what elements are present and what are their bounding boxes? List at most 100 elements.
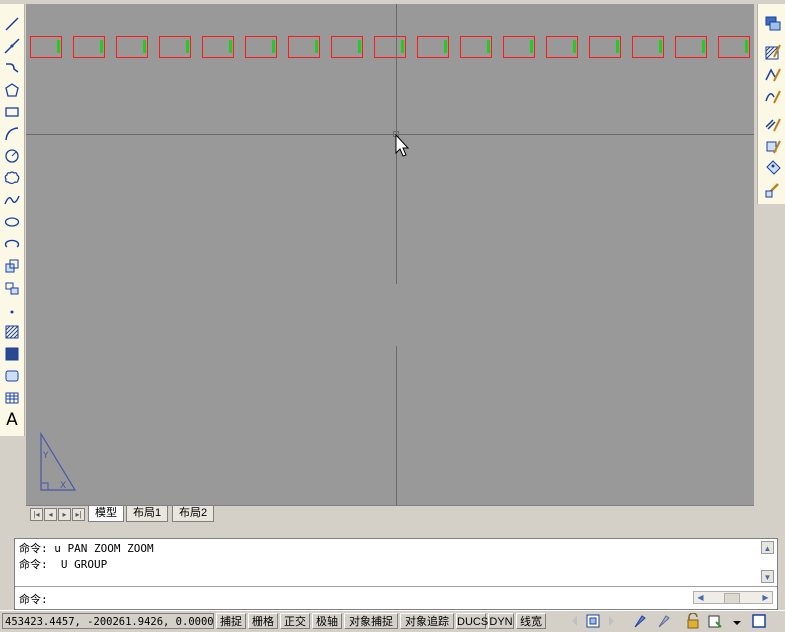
drawing-rectangle — [73, 36, 105, 58]
communication-center-icon[interactable] — [706, 613, 724, 629]
drawing-rectangle — [718, 36, 750, 58]
command-history-line: 命令: u PAN ZOOM ZOOM — [19, 542, 154, 555]
rectangle-mark — [745, 40, 748, 53]
rectangle-mark — [143, 40, 146, 53]
drawing-rectangle — [632, 36, 664, 58]
drawing-rectangle — [546, 36, 578, 58]
rectangle-mark — [100, 40, 103, 53]
polar-toggle[interactable]: 极轴 — [312, 613, 342, 629]
drawing-rectangle — [331, 36, 363, 58]
crosshair-horizontal — [26, 134, 754, 135]
annotation-scale-icon[interactable] — [656, 613, 674, 629]
spline-icon[interactable] — [2, 190, 22, 210]
status-bar: 453423.4457, -200261.9426, 0.0000 捕捉 栅格 … — [0, 610, 785, 632]
command-prompt: 命令: — [19, 593, 48, 606]
line-icon[interactable] — [2, 14, 22, 34]
command-window: 命令: u PAN ZOOM ZOOM 命令: U GROUP ▲ ▼ 命令: … — [14, 538, 778, 610]
drawing-rectangle — [589, 36, 621, 58]
layout-tabs-bar: |◂ ◂ ▸ ▸| 模型 布局1 布局2 — [26, 505, 754, 522]
scroll-right-icon[interactable] — [602, 613, 620, 629]
next-tab-button[interactable]: ▸ — [58, 508, 71, 521]
svg-text:Y: Y — [42, 451, 49, 461]
drawing-rectangle — [30, 36, 62, 58]
rectangle-mark — [573, 40, 576, 53]
draw-toolbar: A — [0, 4, 25, 436]
rectangle-icon[interactable] — [2, 102, 22, 122]
drawing-rectangle — [374, 36, 406, 58]
ucs-icon: Y X — [40, 432, 77, 491]
rectangle-mark — [487, 40, 490, 53]
tab-model[interactable]: 模型 — [88, 506, 124, 522]
command-input-row[interactable]: 命令: ◀ ▶ — [15, 586, 777, 609]
drawing-rectangle — [116, 36, 148, 58]
last-tab-button[interactable]: ▸| — [72, 508, 85, 521]
region-icon[interactable] — [2, 366, 22, 386]
insert-block-icon[interactable] — [2, 256, 22, 276]
drawing-rectangle — [675, 36, 707, 58]
polyline-edit-icon[interactable] — [762, 64, 784, 84]
rectangle-mark — [229, 40, 232, 53]
draw-order-icon[interactable] — [762, 14, 784, 34]
scroll-down-button[interactable]: ▼ — [761, 570, 774, 583]
dyn-toggle[interactable]: DYN — [488, 613, 514, 629]
rectangle-mark — [530, 40, 533, 53]
scroll-up-button[interactable]: ▲ — [761, 541, 774, 554]
block-attribute-icon[interactable] — [762, 158, 784, 178]
make-block-icon[interactable] — [2, 278, 22, 298]
drawing-rectangle — [202, 36, 234, 58]
rectangle-mark — [315, 40, 318, 53]
prev-tab-button[interactable]: ◂ — [44, 508, 57, 521]
clean-screen-icon[interactable] — [750, 613, 768, 629]
command-hscroll[interactable]: ◀ ▶ — [693, 591, 773, 604]
hatch-edit-icon[interactable] — [762, 42, 784, 62]
drawing-rectangle — [460, 36, 492, 58]
polygon-icon[interactable] — [2, 80, 22, 100]
multiline-edit-icon[interactable] — [762, 114, 784, 134]
rectangle-mark — [272, 40, 275, 53]
grid-toggle[interactable]: 栅格 — [248, 613, 278, 629]
point-icon[interactable] — [2, 300, 22, 320]
arc-icon[interactable] — [2, 124, 22, 144]
rectangle-mark — [358, 40, 361, 53]
ortho-toggle[interactable]: 正交 — [280, 613, 310, 629]
scroll-left-button[interactable]: ◀ — [695, 592, 706, 603]
otrack-toggle[interactable]: 对象追踪 — [400, 613, 454, 629]
ducs-toggle[interactable]: DUCS — [456, 613, 488, 629]
lineweight-toggle[interactable]: 线宽 — [516, 613, 546, 629]
hatch-icon[interactable] — [2, 322, 22, 342]
rectangle-mark — [401, 40, 404, 53]
lock-icon[interactable] — [684, 613, 702, 629]
attribute-edit-icon[interactable] — [762, 136, 784, 156]
scroll-right-button[interactable]: ▶ — [760, 592, 771, 603]
rectangle-mark — [57, 40, 60, 53]
revision-cloud-icon[interactable] — [2, 168, 22, 188]
drawing-rectangle — [245, 36, 277, 58]
table-icon[interactable] — [2, 388, 22, 408]
tab-layout2[interactable]: 布局2 — [172, 506, 215, 522]
osnap-toggle[interactable]: 对象捕捉 — [344, 613, 398, 629]
model-space-icon[interactable] — [584, 613, 602, 629]
multiline-text-icon[interactable]: A — [2, 410, 22, 430]
annotation-visibility-icon[interactable] — [632, 613, 650, 629]
polyline-icon[interactable] — [2, 58, 22, 78]
drawing-canvas[interactable]: Y X — [26, 4, 754, 505]
construction-line-icon[interactable] — [2, 36, 22, 56]
modify-toolbar — [757, 4, 785, 204]
scroll-left-icon[interactable] — [566, 613, 584, 629]
mouse-pointer-icon — [395, 134, 410, 157]
ellipse-arc-icon[interactable] — [2, 234, 22, 254]
first-tab-button[interactable]: |◂ — [30, 508, 43, 521]
coordinate-readout: 453423.4457, -200261.9426, 0.0000 — [2, 613, 214, 629]
snap-toggle[interactable]: 捕捉 — [216, 613, 246, 629]
status-menu-arrow-icon[interactable] — [728, 613, 746, 629]
rectangle-mark — [702, 40, 705, 53]
spline-edit-icon[interactable] — [762, 86, 784, 106]
gradient-icon[interactable] — [2, 344, 22, 364]
sync-attributes-icon[interactable] — [762, 180, 784, 200]
circle-icon[interactable] — [2, 146, 22, 166]
drawing-rectangle — [503, 36, 535, 58]
tab-layout1[interactable]: 布局1 — [126, 506, 169, 522]
ellipse-icon[interactable] — [2, 212, 22, 232]
rectangle-mark — [616, 40, 619, 53]
scroll-thumb[interactable] — [724, 593, 740, 604]
